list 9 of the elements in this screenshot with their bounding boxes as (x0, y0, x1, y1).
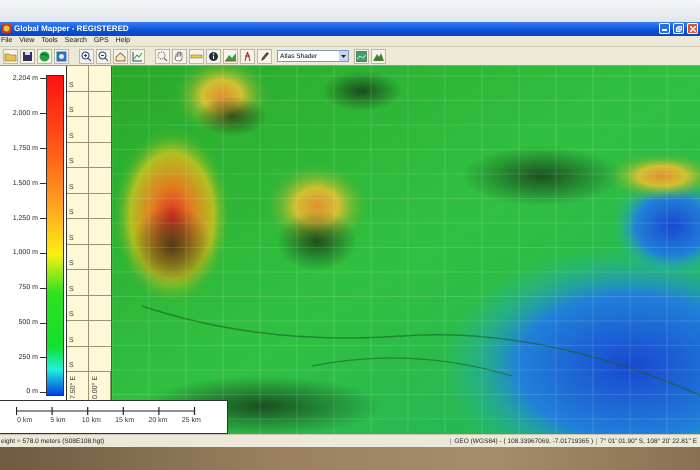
app-icon (2, 24, 11, 34)
restore-icon[interactable] (676, 26, 682, 32)
close-button[interactable] (687, 23, 698, 34)
minimize-icon[interactable] (662, 26, 667, 32)
restore-button[interactable] (673, 23, 684, 34)
minimize-button[interactable] (659, 23, 670, 34)
caret-icon[interactable] (341, 54, 346, 58)
close-icon[interactable] (690, 26, 696, 32)
window-title: Global Mapper - REGISTERED (14, 24, 129, 34)
